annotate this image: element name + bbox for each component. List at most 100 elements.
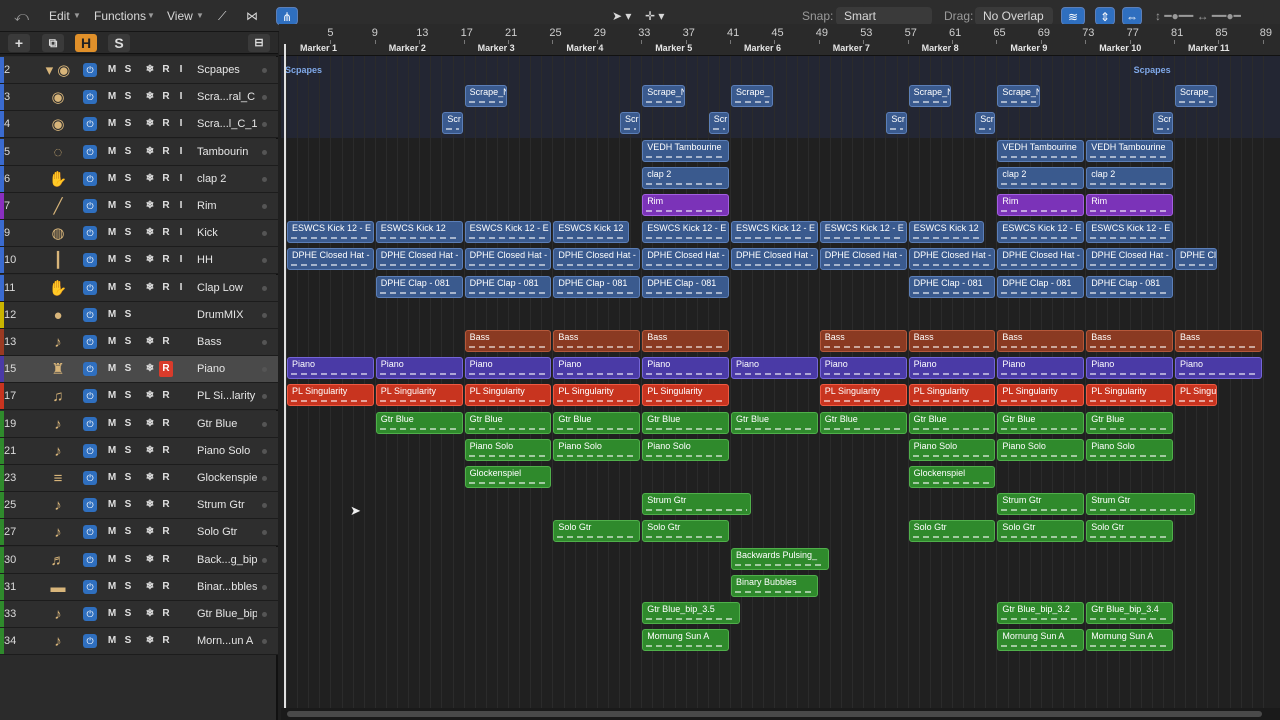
- region[interactable]: ESWCS Kick 12 - E: [731, 221, 818, 244]
- mute-button[interactable]: M: [105, 171, 119, 187]
- region[interactable]: Piano: [642, 357, 729, 380]
- solo-button[interactable]: S: [121, 579, 135, 595]
- freeze-icon[interactable]: ❄: [143, 225, 157, 241]
- track-header[interactable]: 9 ◍ ⏻ M S ❄ R I Kick: [0, 220, 278, 248]
- region[interactable]: ESWCS Kick 12 - E: [997, 221, 1085, 244]
- region[interactable]: Piano Solo: [1086, 438, 1173, 461]
- solo-button[interactable]: S: [121, 606, 135, 622]
- track-name[interactable]: Gtr Blue_bip: [197, 601, 257, 627]
- region[interactable]: Piano: [1175, 357, 1262, 380]
- track-name[interactable]: HH: [197, 247, 257, 273]
- track-name[interactable]: Piano Solo: [197, 438, 257, 464]
- marker-label[interactable]: Marker 5: [655, 43, 692, 53]
- region[interactable]: Gtr Blue: [819, 411, 907, 434]
- solo-button[interactable]: S: [121, 198, 135, 214]
- region[interactable]: Piano: [464, 357, 552, 380]
- region[interactable]: Strum Gtr: [642, 493, 752, 516]
- power-icon[interactable]: ⏻: [83, 117, 97, 132]
- record-enable-button[interactable]: R: [159, 606, 173, 622]
- region[interactable]: Piano Solo: [908, 438, 996, 461]
- region[interactable]: Scrape_N: [908, 85, 951, 108]
- region[interactable]: Gtr Blue: [553, 411, 641, 434]
- track-name[interactable]: clap 2: [197, 166, 257, 192]
- instrument-icon[interactable]: ●: [44, 305, 72, 326]
- region[interactable]: Solo Gtr: [642, 520, 729, 543]
- input-monitor-button[interactable]: I: [174, 171, 188, 187]
- snap-select[interactable]: Smart: [836, 7, 932, 25]
- instrument-icon[interactable]: ▬: [44, 577, 72, 598]
- folder-region-label[interactable]: Scpapes: [285, 65, 322, 75]
- marker-label[interactable]: Marker 9: [1010, 43, 1047, 53]
- power-icon[interactable]: ⏻: [83, 498, 97, 513]
- region[interactable]: Gtr Blue: [731, 411, 818, 434]
- track-name[interactable]: Glockenspiel: [197, 465, 257, 491]
- region[interactable]: DPHE Cl: [1175, 248, 1218, 271]
- region[interactable]: DPHE Clap - 081: [908, 275, 996, 298]
- track-header[interactable]: 30 ♬ ⏻ M S ❄ R Back...g_bip: [0, 546, 278, 574]
- track-header[interactable]: 33 ♪ ⏻ M S ❄ R Gtr Blue_bip: [0, 601, 278, 628]
- track-header[interactable]: 3 ◉ ⏻ M S ❄ R I Scra...ral_C: [0, 84, 278, 112]
- track-name[interactable]: Piano: [197, 356, 257, 382]
- region[interactable]: Piano Solo: [997, 438, 1085, 461]
- track-header[interactable]: 27 ♪ ⏻ M S ❄ R Solo Gtr: [0, 519, 278, 547]
- instrument-icon[interactable]: ≡: [44, 468, 72, 489]
- mute-button[interactable]: M: [105, 307, 119, 323]
- mute-button[interactable]: M: [105, 524, 119, 540]
- record-enable-button[interactable]: R: [159, 334, 173, 350]
- region[interactable]: DPHE Closed Hat -: [464, 248, 552, 271]
- input-monitor-button[interactable]: I: [174, 198, 188, 214]
- record-enable-button[interactable]: R: [159, 388, 173, 404]
- power-icon[interactable]: ⏻: [83, 280, 97, 295]
- track-header[interactable]: 7 ╱ ⏻ M S ❄ R I Rim: [0, 193, 278, 220]
- instrument-icon[interactable]: ▾ ◉: [44, 60, 72, 81]
- region[interactable]: DPHE Clap - 081: [375, 275, 463, 298]
- region[interactable]: Piano Solo: [553, 438, 641, 461]
- region[interactable]: Gtr Blue_bip_3.2: [997, 602, 1085, 624]
- region[interactable]: Binary Bubbles: [731, 574, 818, 597]
- power-icon[interactable]: ⏻: [83, 144, 97, 159]
- input-monitor-button[interactable]: I: [174, 89, 188, 105]
- region[interactable]: VEDH Tambourine: [1086, 139, 1173, 162]
- mute-button[interactable]: M: [105, 62, 119, 78]
- region[interactable]: Bass: [819, 330, 907, 352]
- solo-button[interactable]: S: [121, 116, 135, 132]
- region[interactable]: DPHE Clap - 081: [1086, 275, 1173, 298]
- region[interactable]: Bass: [1175, 330, 1262, 352]
- edit-menu[interactable]: Edit: [49, 7, 70, 25]
- track-name[interactable]: Back...g_bip: [197, 547, 257, 573]
- track-header[interactable]: 31 ▬ ⏻ M S ❄ R Binar...bbles: [0, 573, 278, 601]
- record-enable-button[interactable]: R: [159, 361, 173, 378]
- record-enable-button[interactable]: R: [159, 497, 173, 513]
- region[interactable]: Piano Solo: [642, 438, 729, 461]
- solo-button[interactable]: S: [121, 416, 135, 432]
- region[interactable]: DPHE Clap - 081: [553, 275, 641, 298]
- hide-button[interactable]: H: [75, 34, 97, 52]
- region[interactable]: Scrape_: [731, 85, 774, 108]
- mute-button[interactable]: M: [105, 198, 119, 214]
- solo-button[interactable]: S: [108, 34, 130, 52]
- region[interactable]: Scr: [975, 112, 996, 135]
- region[interactable]: Strum Gtr: [1086, 493, 1196, 516]
- region[interactable]: DPHE Clap - 081: [997, 275, 1085, 298]
- mute-button[interactable]: M: [105, 633, 119, 649]
- marker-label[interactable]: Marker 2: [389, 43, 426, 53]
- track-header[interactable]: 12 ● ⏻ M S DrumMIX: [0, 301, 278, 329]
- region[interactable]: Gtr Blue: [375, 411, 463, 434]
- record-enable-button[interactable]: R: [159, 416, 173, 432]
- input-monitor-button[interactable]: I: [174, 252, 188, 268]
- mute-button[interactable]: M: [105, 443, 119, 459]
- mute-button[interactable]: M: [105, 116, 119, 132]
- track-name[interactable]: DrumMIX: [197, 302, 257, 328]
- vertical-zoom-icon[interactable]: ⇕: [1095, 7, 1115, 25]
- power-icon[interactable]: ⏻: [83, 552, 97, 567]
- track-name[interactable]: Solo Gtr: [197, 519, 257, 545]
- solo-button[interactable]: S: [121, 497, 135, 513]
- region[interactable]: Scr: [620, 112, 641, 135]
- region[interactable]: Solo Gtr: [908, 520, 996, 543]
- record-enable-button[interactable]: R: [159, 552, 173, 568]
- freeze-icon[interactable]: ❄: [143, 524, 157, 540]
- region[interactable]: Glockenspiel: [908, 466, 996, 488]
- region[interactable]: ESWCS Kick 12 - E: [1086, 221, 1173, 244]
- region[interactable]: clap 2: [642, 166, 729, 189]
- solo-button[interactable]: S: [121, 144, 135, 160]
